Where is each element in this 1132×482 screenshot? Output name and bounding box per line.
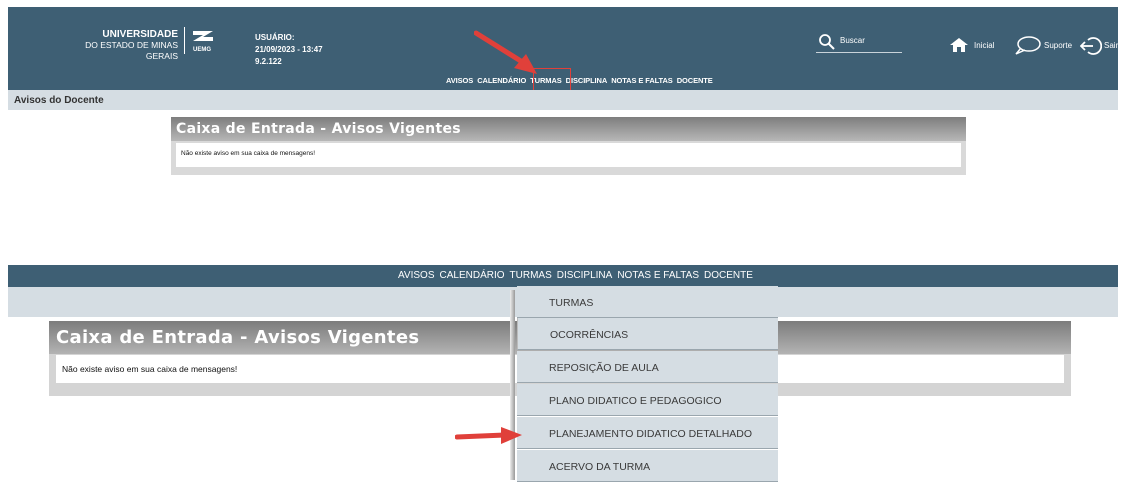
user-label: USUÁRIO:	[255, 33, 295, 42]
exit-icon[interactable]	[1080, 36, 1102, 56]
menu-item-ocorrencias[interactable]: OCORRÊNCIAS	[517, 318, 778, 350]
home-icon[interactable]	[949, 37, 969, 53]
menu-item-reposicao-aula[interactable]: REPOSIÇÃO DE AULA	[517, 351, 778, 383]
home-link[interactable]: Inicial	[974, 41, 994, 50]
page-title: Avisos do Docente	[14, 95, 104, 106]
search-input[interactable]: Buscar	[840, 36, 865, 45]
session-datetime: 21/09/2023 - 13:47	[255, 45, 323, 54]
menu-item-planejamento-detalhado[interactable]: PLANEJAMENTO DIDATICO DETALHADO	[517, 417, 778, 449]
inbox-title: Caixa de Entrada - Avisos Vigentes	[176, 121, 461, 137]
dropdown-shadow	[510, 290, 515, 480]
nav-docente[interactable]: DOCENTE	[704, 270, 753, 281]
inbox-message: Não existe aviso em sua caixa de mensage…	[181, 150, 316, 157]
nav-avisos[interactable]: AVISOS	[398, 270, 435, 281]
menu-item-turmas[interactable]: TURMAS	[517, 286, 778, 318]
nav-turmas[interactable]: TURMAS	[510, 270, 552, 281]
search-icon[interactable]	[818, 33, 836, 51]
logo-divider	[184, 27, 185, 54]
support-link[interactable]: Suporte	[1044, 41, 1072, 50]
zoomed-top-nav: AVISOS CALENDÁRIO TURMAS DISCIPLINA NOTA…	[398, 270, 753, 281]
system-version: 9.2.122	[255, 57, 282, 66]
sub-bar	[8, 90, 1118, 110]
zoomed-inbox-message: Não existe aviso em sua caixa de mensage…	[62, 364, 238, 374]
nav-notas-faltas[interactable]: NOTAS E FALTAS	[617, 270, 699, 281]
logo-mark-text: UEMG	[193, 47, 211, 53]
nav-notas-faltas[interactable]: NOTAS E FALTAS	[611, 76, 673, 85]
university-logo-text[interactable]: UNIVERSIDADE DO ESTADO DE MINAS GERAIS	[60, 29, 178, 62]
nav-calendario[interactable]: CALENDÁRIO	[440, 270, 505, 281]
nav-avisos[interactable]: AVISOS	[446, 76, 473, 85]
menu-item-acervo-turma[interactable]: ACERVO DA TURMA	[517, 450, 778, 482]
speech-bubble-icon[interactable]	[1013, 35, 1043, 55]
zoomed-inbox-title: Caixa de Entrada - Avisos Vigentes	[56, 327, 420, 348]
nav-disciplina[interactable]: DISCIPLINA	[557, 270, 613, 281]
nav-disciplina[interactable]: DISCIPLINA	[566, 76, 608, 85]
nav-calendario[interactable]: CALENDÁRIO	[477, 76, 526, 85]
exit-link[interactable]: Sair	[1104, 41, 1118, 50]
red-arrow-icon	[455, 427, 522, 444]
uemg-logo-icon[interactable]: UEMG	[189, 26, 219, 56]
nav-docente[interactable]: DOCENTE	[677, 76, 713, 85]
top-nav: AVISOS CALENDÁRIO TURMAS DISCIPLINA NOTA…	[446, 76, 713, 85]
logo-line-1: UNIVERSIDADE	[102, 29, 178, 40]
menu-item-plano-didatico[interactable]: PLANO DIDATICO E PEDAGOGICO	[517, 384, 778, 416]
red-arrow-icon	[474, 30, 537, 74]
logo-line-2: DO ESTADO DE MINAS GERAIS	[85, 40, 178, 61]
search-underline	[816, 52, 902, 53]
user-info: USUÁRIO: 21/09/2023 - 13:47 9.2.122	[255, 32, 323, 68]
